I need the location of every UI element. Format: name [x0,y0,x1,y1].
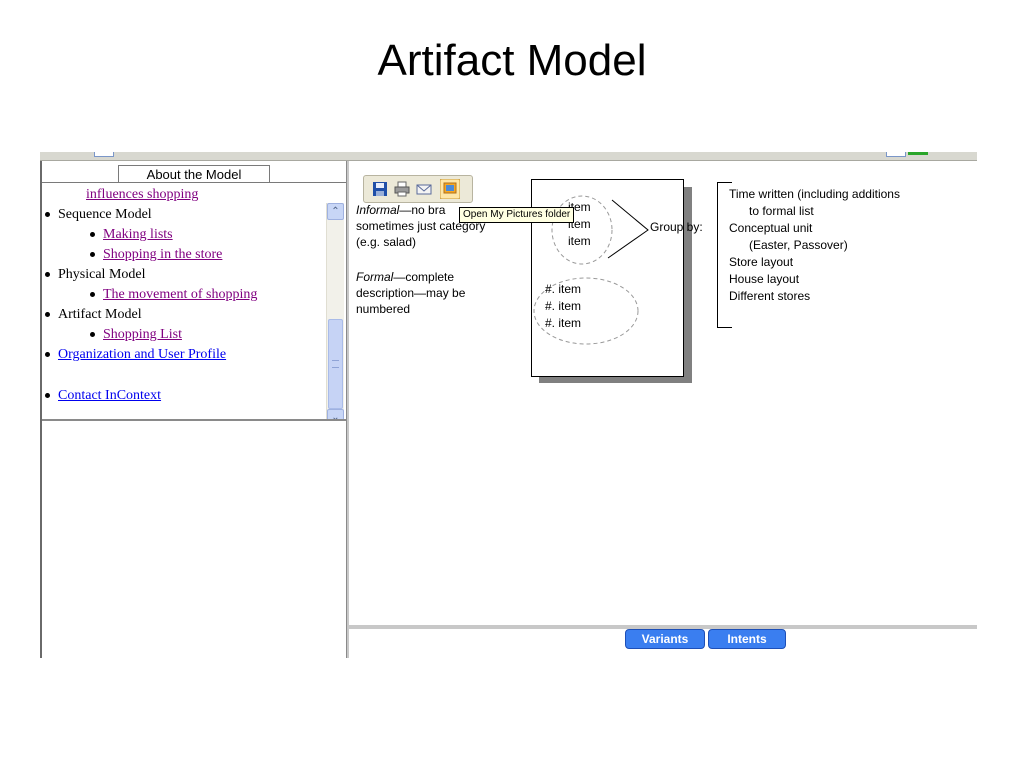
informal-item: item [568,234,591,248]
intents-button[interactable]: Intents [708,629,786,649]
criterion: Different stores [729,289,811,303]
tree-link-contact-incontext[interactable]: Contact InContext [45,386,161,406]
artifact-content-pane: Informal—no bra sometimes just category … [349,161,977,627]
scroll-thumb[interactable] [328,319,343,409]
tree-item-label: Physical Model [58,267,146,282]
informal-term: Informal [356,203,400,217]
bullet-icon [45,352,50,358]
formal-item: #. item [545,316,582,330]
informal-text-3: (e.g. salad) [356,235,417,249]
navigation-pane: About the Model influences shopping Sequ… [40,161,348,658]
bullet-icon [90,332,95,338]
tree-item-label: Artifact Model [58,307,142,322]
tree-item-artifact-model: Artifact Model [45,305,142,325]
scroll-up-button[interactable]: ⌃ [327,203,344,220]
bullet-icon [90,292,95,298]
grouping-criteria: Time written (including additions to for… [729,186,900,305]
formal-item: #. item [545,299,582,313]
status-green-indicator [908,152,928,155]
formal-item: #. item [545,282,582,296]
criterion: Time written (including additions [729,187,900,201]
model-tree: influences shopping Sequence Model Makin… [42,182,346,421]
save-icon[interactable] [372,181,388,197]
formal-term: Formal [356,270,394,284]
bullet-icon [45,312,50,318]
scroll-down-button[interactable]: ⌄ [327,409,344,419]
tree-item-label[interactable]: Shopping in the store [103,247,222,262]
toolbar-tooltip: Open My Pictures folder [459,207,575,223]
formal-text-3: numbered [356,302,411,316]
variants-button[interactable]: Variants [625,629,705,649]
tree-item-label[interactable]: Organization and User Profile [58,347,226,362]
tree-item-label: Sequence Model [58,207,152,222]
tree-scrollbar[interactable]: ⌃ ⌄ [326,203,344,419]
criterion: to formal list [749,204,814,218]
email-icon[interactable] [416,181,432,197]
tree-item-label[interactable]: Making lists [103,227,173,242]
tree-item-sequence-model: Sequence Model [45,205,152,225]
formal-description: Formal—complete description—may be numbe… [356,269,526,317]
tree-link-shopping-in-the-store[interactable]: Shopping in the store [90,245,222,265]
group-by-label: Group by: [650,220,703,234]
tree-link-shopping-list[interactable]: Shopping List [90,325,182,345]
print-icon[interactable] [394,181,410,197]
slide-title: Artifact Model [377,36,647,85]
bullet-icon [45,212,50,218]
tree-item-label[interactable]: Shopping List [103,327,182,342]
top-indicator-right [886,152,906,157]
tree-link-organization-user-profile[interactable]: Organization and User Profile [45,345,226,365]
tree-link-influences-shopping[interactable]: influences shopping [86,185,198,205]
tree-item-label[interactable]: The movement of shopping [103,287,257,302]
tab-about-the-model[interactable]: About the Model [118,165,270,183]
tree-link-movement-of-shopping[interactable]: The movement of shopping [90,285,257,305]
bullet-icon [90,252,95,258]
scroll-grip-icon [332,360,339,368]
bullet-icon [45,272,50,278]
criterion: (Easter, Passover) [749,238,848,252]
informal-text-1: —no bra [399,203,446,217]
criterion: Conceptual unit [729,221,813,235]
bullet-icon [45,393,50,399]
bullet-icon [90,232,95,238]
tree-item-label[interactable]: Contact InContext [58,388,161,403]
window-top-strip [40,152,977,161]
criterion: Store layout [729,255,794,269]
bottom-tab-bar: Variants Intents [349,629,977,658]
tree-item-physical-model: Physical Model [45,265,146,285]
top-indicator-left [94,152,114,157]
formal-text-2: description—may be [356,286,466,300]
application-screenshot: About the Model influences shopping Sequ… [40,152,977,658]
formal-text-1: —complete [393,270,455,284]
image-toolbar [363,175,473,203]
tree-link-making-lists[interactable]: Making lists [90,225,173,245]
open-pictures-folder-icon[interactable] [440,179,460,199]
criterion: House layout [729,272,800,286]
tree-item-label[interactable]: influences shopping [86,187,198,202]
